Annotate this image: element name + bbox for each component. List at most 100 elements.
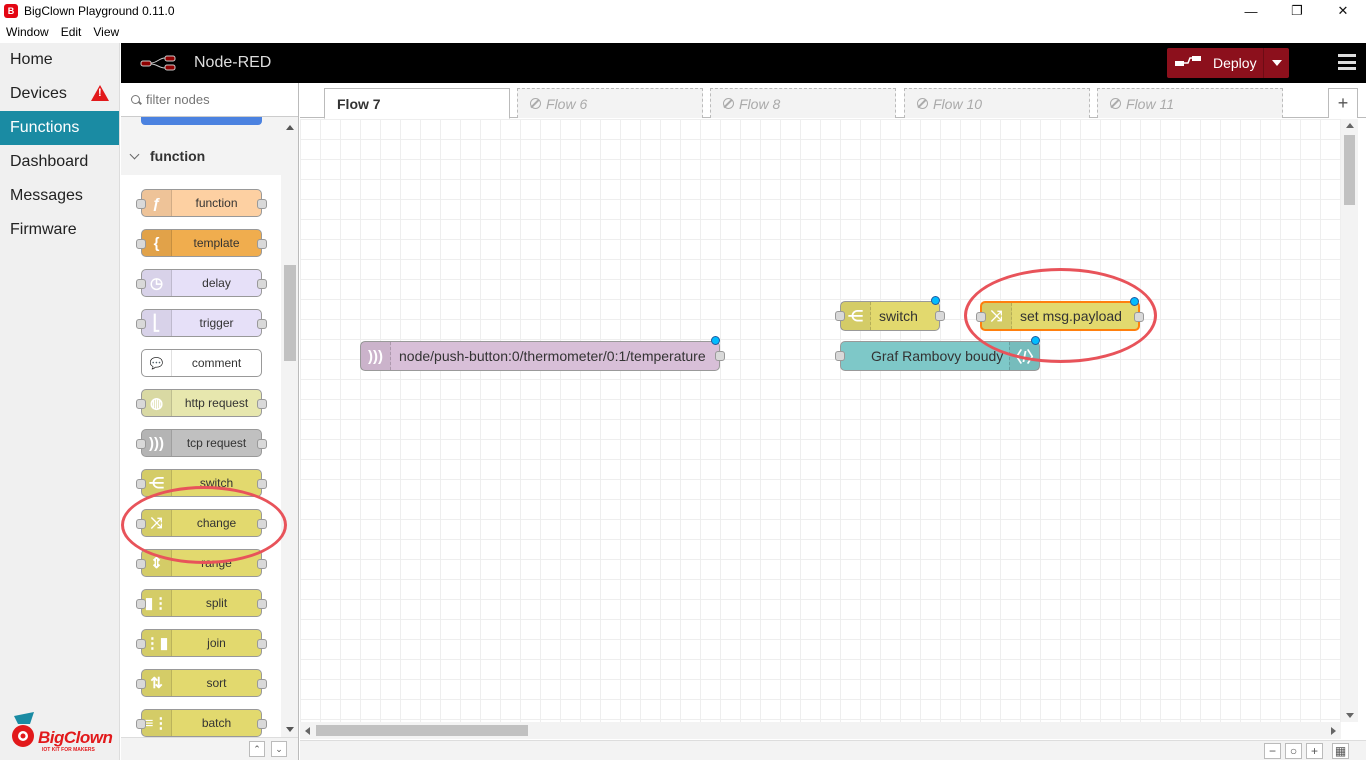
sort-icon: ⇅ (142, 670, 172, 696)
restore-button[interactable]: ❐ (1274, 0, 1320, 22)
deploy-icon (1175, 56, 1201, 66)
sidebar-item-dashboard[interactable]: Dashboard (0, 145, 119, 179)
scroll-down-icon[interactable] (286, 727, 294, 732)
window-titlebar: B BigClown Playground 0.11.0 — ❐ ✕ (0, 0, 1366, 22)
batch-icon: ≡⋮ (142, 710, 172, 736)
horizontal-scroll-thumb[interactable] (316, 725, 528, 736)
disabled-icon (723, 98, 734, 109)
disabled-icon (917, 98, 928, 109)
input-port (136, 279, 146, 289)
http-request-icon: ◍ (142, 390, 172, 416)
menu-view[interactable]: View (87, 25, 125, 39)
flow-canvas[interactable]: ))) node/push-button:0/thermometer/0:1/t… (300, 119, 1341, 722)
palette-node-function[interactable]: ƒ function (136, 189, 267, 217)
filter-nodes-input[interactable] (146, 92, 286, 107)
node-palette: function ƒ function {template ◷ delay ⎣ trigge… (121, 83, 299, 760)
palette-category-body: ƒ function {template ◷ delay ⎣ trigger 💬 comment… (121, 175, 281, 755)
vertical-scroll-thumb[interactable] (1344, 135, 1355, 205)
tab-flow-11[interactable]: Flow 11 (1097, 88, 1283, 118)
deploy-label: Deploy (1213, 55, 1257, 71)
sidebar-item-devices[interactable]: Devices (0, 77, 119, 111)
collapse-all-button[interactable]: ⌃ (249, 741, 265, 757)
scroll-right-icon[interactable] (1331, 727, 1336, 735)
input-port (136, 479, 146, 489)
palette-node-comment[interactable]: 💬 comment (141, 349, 262, 377)
function-icon: ƒ (142, 190, 172, 216)
expand-all-button[interactable]: ⌄ (271, 741, 287, 757)
zoom-out-button[interactable]: − (1264, 743, 1281, 759)
menu-window[interactable]: Window (0, 25, 55, 39)
scroll-up-icon[interactable] (286, 125, 294, 130)
add-flow-button[interactable]: + (1328, 88, 1358, 118)
scroll-down-icon[interactable] (1346, 713, 1354, 718)
zoom-reset-button[interactable]: ○ (1285, 743, 1302, 759)
logo-tagline: IOT KIT FOR MAKERS (42, 747, 95, 753)
sidebar-item-firmware[interactable]: Firmware (0, 213, 119, 247)
tab-label: Flow 6 (546, 95, 588, 112)
palette-category-header[interactable]: function (121, 143, 281, 169)
minimize-button[interactable]: — (1228, 0, 1274, 22)
join-icon: ⋮▮ (142, 630, 172, 656)
palette-node-template[interactable]: {template (136, 229, 267, 257)
input-port (136, 319, 146, 329)
input-port[interactable] (835, 311, 845, 321)
close-button[interactable]: ✕ (1320, 0, 1366, 22)
nodered-title: Node-RED (194, 54, 272, 71)
mqtt-icon: ))) (361, 342, 391, 370)
palette-node-http-request[interactable]: ◍ http request (136, 389, 267, 417)
deploy-button[interactable]: Deploy (1167, 48, 1289, 78)
tab-flow-8[interactable]: Flow 8 (710, 88, 896, 118)
output-port[interactable] (935, 311, 945, 321)
output-port (257, 239, 267, 249)
tab-flow-10[interactable]: Flow 10 (904, 88, 1090, 118)
sidebar-item-home[interactable]: Home (0, 43, 119, 77)
palette-node-label: delay (202, 276, 231, 290)
output-port[interactable] (715, 351, 725, 361)
output-port (257, 719, 267, 729)
canvas-vertical-scrollbar[interactable] (1341, 119, 1358, 722)
palette-category-label: function (150, 148, 206, 164)
palette-node-join[interactable]: ⋮▮ join (136, 629, 267, 657)
palette-node-tcp-request[interactable]: ))) tcp request (136, 429, 267, 457)
output-port (257, 319, 267, 329)
scroll-left-icon[interactable] (305, 727, 310, 735)
tab-flow-7[interactable]: Flow 7 (324, 88, 510, 119)
input-port (136, 439, 146, 449)
zoom-in-button[interactable]: + (1306, 743, 1323, 759)
output-port (257, 279, 267, 289)
palette-node-delay[interactable]: ◷ delay (136, 269, 267, 297)
palette-node-label: function (195, 196, 238, 210)
palette-node-label: trigger (199, 316, 234, 330)
logo-text: BigClown (38, 728, 113, 747)
sidebar-item-messages[interactable]: Messages (0, 179, 119, 213)
output-port (257, 559, 267, 569)
disabled-icon (1110, 98, 1121, 109)
palette-node-label: batch (201, 716, 232, 730)
palette-node-label: comment (191, 356, 242, 370)
menu-edit[interactable]: Edit (55, 25, 88, 39)
palette-scrollbar[interactable] (281, 117, 298, 760)
palette-node-trigger[interactable]: ⎣ trigger (136, 309, 267, 337)
deploy-menu-caret[interactable] (1263, 48, 1289, 78)
navigator-button[interactable]: ▦ (1332, 743, 1349, 759)
output-port (257, 679, 267, 689)
flow-node-mqtt-in[interactable]: ))) node/push-button:0/thermometer/0:1/t… (360, 336, 725, 371)
main-menu-button[interactable] (1338, 54, 1356, 70)
scroll-up-icon[interactable] (1346, 123, 1354, 128)
sidebar-item-label: Home (10, 51, 53, 68)
flow-node-switch[interactable]: ⋲ switch (835, 296, 945, 331)
palette-node-sort[interactable]: ⇅ sort (136, 669, 267, 697)
palette-node-label: join (207, 636, 226, 650)
palette-node-batch[interactable]: ≡⋮ batch (136, 709, 267, 737)
tab-flow-6[interactable]: Flow 6 (517, 88, 703, 118)
canvas-horizontal-scrollbar[interactable] (300, 722, 1341, 739)
workspace-footer: − ○ + ▦ (300, 740, 1366, 760)
flow-node-label: switch (879, 308, 918, 324)
palette-scroll-thumb[interactable] (284, 265, 296, 361)
sidebar-item-functions[interactable]: Functions (0, 111, 119, 145)
app-sidebar: Home Devices Functions Dashboard Message… (0, 43, 120, 760)
input-port[interactable] (835, 351, 845, 361)
template-icon: { (142, 230, 172, 256)
input-port (136, 199, 146, 209)
palette-node-split[interactable]: ▮⋮ split (136, 589, 267, 617)
